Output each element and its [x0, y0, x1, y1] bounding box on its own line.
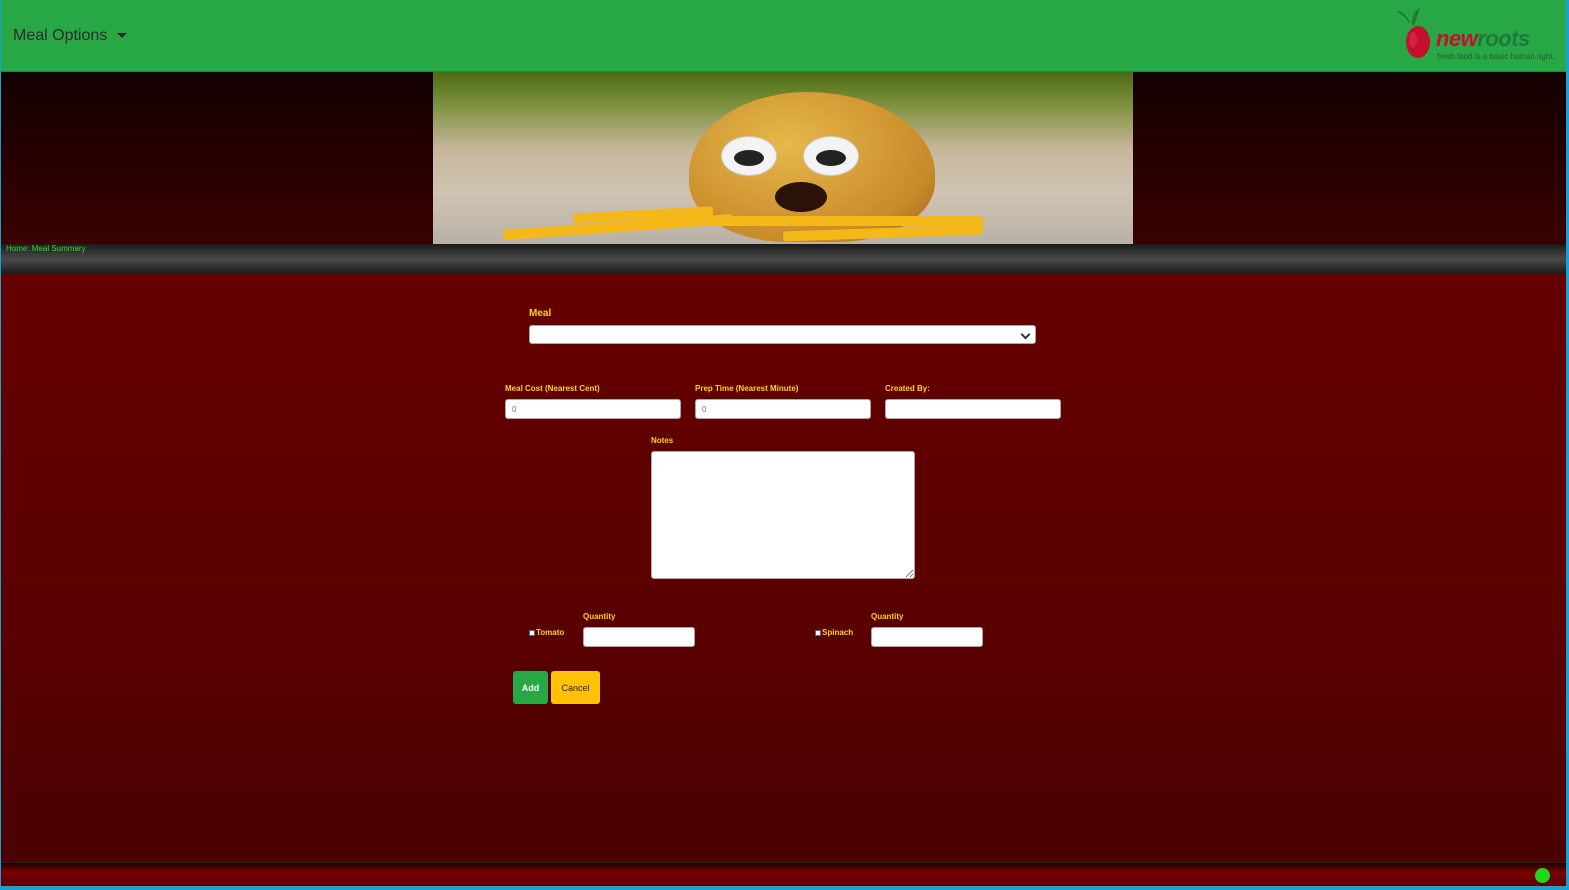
newroots-logo[interactable]: newroots fresh food is a basic human rig…: [1396, 8, 1555, 64]
notes-textarea[interactable]: [651, 451, 915, 579]
checkbox-icon[interactable]: [529, 629, 535, 636]
spinach-quantity-input[interactable]: [871, 627, 983, 647]
ingredient-name: Tomato: [536, 628, 565, 637]
prep-time-input[interactable]: [695, 399, 871, 419]
meal-form: Meal Meal Cost (Nearest Cent) Prep Time …: [1, 274, 1566, 862]
meal-select[interactable]: [529, 325, 1036, 344]
cancel-button[interactable]: Cancel: [551, 671, 600, 704]
quantity-label: Quantity: [871, 612, 904, 621]
meal-options-dropdown[interactable]: Meal Options: [13, 24, 128, 48]
app-frame: Meal Options newroots fresh food is a ba…: [1, 0, 1566, 886]
status-dot-icon: [1535, 868, 1550, 883]
quantity-label: Quantity: [583, 612, 616, 621]
notes-label: Notes: [651, 436, 674, 445]
meal-options-label: Meal Options: [13, 27, 108, 44]
fry-shape: [713, 216, 983, 226]
navbar: Meal Options newroots fresh food is a ba…: [1, 0, 1566, 72]
created-by-input[interactable]: [885, 399, 1061, 419]
footer: [1, 862, 1566, 886]
mouth-shape: [775, 182, 827, 212]
beet-logo-icon: [1396, 8, 1430, 58]
left-eye-shape: [721, 136, 777, 176]
meal-label: Meal: [529, 308, 552, 319]
meal-cost-label: Meal Cost (Nearest Cent): [505, 384, 600, 393]
meal-cost-input[interactable]: [505, 399, 681, 419]
created-by-label: Created By:: [885, 384, 930, 393]
prep-time-label: Prep Time (Nearest Minute): [695, 384, 799, 393]
caret-down-icon: [117, 32, 128, 38]
hero-band: [1, 72, 1566, 244]
ingredient-checkbox-spinach[interactable]: Spinach: [815, 628, 853, 637]
chevron-down-icon: [1020, 329, 1031, 340]
add-button[interactable]: Add: [513, 671, 548, 704]
logo-tagline: fresh food is a basic human right.: [1437, 52, 1555, 61]
checkbox-icon[interactable]: [815, 629, 821, 636]
breadcrumb[interactable]: Home: Meal Summary: [6, 244, 86, 253]
ingredient-checkbox-tomato[interactable]: Tomato: [529, 628, 564, 637]
hero-image: [433, 72, 1133, 244]
tomato-quantity-input[interactable]: [583, 627, 695, 647]
breadcrumb-bar: Home: Meal Summary: [1, 244, 1566, 274]
ingredient-name: Spinach: [822, 628, 854, 637]
right-eye-shape: [803, 136, 859, 176]
logo-wordmark: newroots: [1436, 26, 1530, 51]
